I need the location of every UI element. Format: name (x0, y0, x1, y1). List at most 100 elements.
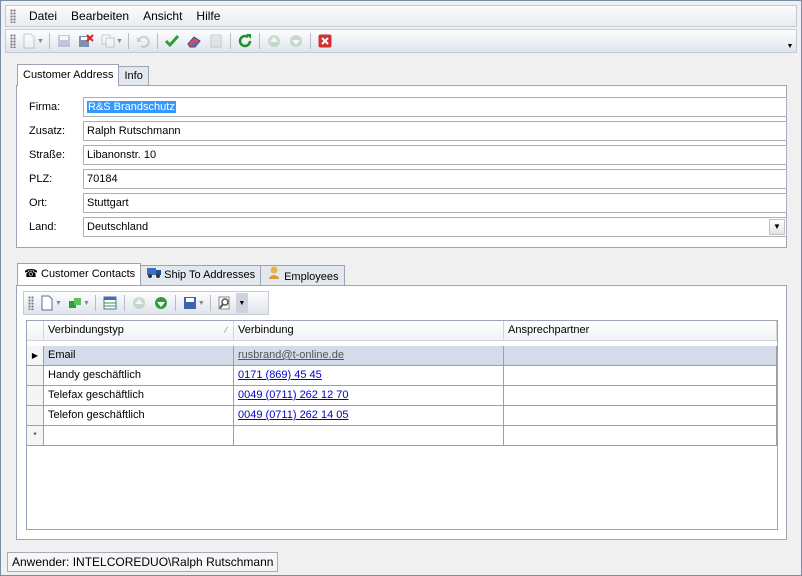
firma-value: R&S Brandschutz (87, 101, 176, 113)
status-user: Anwender: INTELCOREDUO\Ralph Rutschmann (7, 552, 279, 572)
table-row[interactable]: Telefax geschäftlich 0049 (0711) 262 12 … (27, 386, 777, 406)
table-row[interactable]: Telefon geschäftlich 0049 (0711) 262 14 … (27, 406, 777, 426)
new-cell-ansprechpartner[interactable] (504, 426, 777, 446)
plz-row: PLZ: 70184 (29, 169, 789, 189)
tab-customer-contacts[interactable]: ☎ Customer Contacts (17, 263, 142, 285)
strasse-field[interactable]: Libanonstr. 10 (83, 145, 787, 165)
menu-ansicht[interactable]: Ansicht (136, 6, 189, 26)
cell-verbindung[interactable]: 0049 (0711) 262 14 05 (234, 406, 504, 426)
contact-link[interactable]: 0049 (0711) 262 14 05 (238, 409, 349, 421)
toolbar-grip[interactable] (10, 34, 16, 48)
tab-ship-to-addresses[interactable]: Ship To Addresses (140, 265, 262, 285)
status-bar: Anwender: INTELCOREDUO\Ralph Rutschmann (5, 551, 799, 573)
cell-verbindung[interactable]: 0049 (0711) 262 12 70 (234, 386, 504, 406)
tab-employees-label: Employees (284, 271, 339, 283)
new-icon[interactable] (18, 31, 40, 51)
grid-toolbar-overflow-icon[interactable]: ▼ (235, 293, 248, 313)
toolbar-separator (123, 295, 125, 311)
cell-ansprechpartner[interactable] (504, 406, 777, 426)
land-label: Land: (29, 221, 57, 233)
land-select[interactable]: Deutschland ▼ (83, 217, 787, 237)
copy-icon[interactable] (97, 31, 119, 51)
delete-icon[interactable] (75, 31, 97, 51)
row-indicator (27, 386, 44, 406)
plz-field[interactable]: 70184 (83, 169, 787, 189)
toolbar-overflow-icon[interactable]: ▼ (785, 32, 795, 50)
ort-field[interactable]: Stuttgart (83, 193, 787, 213)
toolbar-separator (309, 33, 311, 49)
cell-verbindungstyp[interactable]: Telefon geschäftlich (44, 406, 234, 426)
tab-info[interactable]: Info (118, 66, 149, 86)
land-value: Deutschland (87, 221, 149, 233)
refresh-icon[interactable] (234, 31, 256, 51)
column-header-ansprechpartner[interactable]: Ansprechpartner (504, 321, 777, 341)
column-header-verbindungstyp[interactable]: Verbindungstyp ⁄ (44, 321, 234, 341)
grid-toolbar: ▼ ▼ ▼ ▼ (23, 291, 269, 315)
tab-customer-contacts-label: Customer Contacts (41, 268, 136, 280)
menu-grip[interactable] (10, 9, 16, 23)
toolbar-separator (209, 295, 211, 311)
accept-icon[interactable] (161, 31, 183, 51)
grid-save-dropdown-icon[interactable]: ▼ (198, 300, 205, 307)
menu-hilfe[interactable]: Hilfe (189, 6, 227, 26)
zusatz-field[interactable]: Ralph Rutschmann (83, 121, 787, 141)
grid-header: Verbindungstyp ⁄ Verbindung Ansprechpart… (27, 321, 777, 341)
menu-datei[interactable]: Datei (22, 6, 64, 26)
tab-customer-address[interactable]: Customer Address (17, 64, 120, 86)
address-panel: Firma: R&S Brandschutz Zusatz: Ralph Rut… (16, 85, 787, 248)
contact-link[interactable]: rusbrand@t-online.de (238, 349, 344, 361)
eraser-icon[interactable] (183, 31, 205, 51)
land-row: Land: Deutschland ▼ (29, 217, 789, 237)
grid-search-icon[interactable] (214, 293, 236, 313)
undo-icon[interactable] (132, 31, 154, 51)
save-icon[interactable] (53, 31, 75, 51)
grid-toolbar-grip[interactable] (28, 296, 34, 310)
tab-employees[interactable]: Employees (260, 265, 345, 285)
column-header-verbindung[interactable]: Verbindung (234, 321, 504, 341)
main-toolbar: ▼ ▼ ▼ (5, 29, 797, 53)
toolbar-separator (258, 33, 260, 49)
grid-down-icon[interactable] (150, 293, 172, 313)
row-indicator (27, 366, 44, 386)
cell-verbindungstyp[interactable]: Handy geschäftlich (44, 366, 234, 386)
grid-table-icon[interactable] (99, 293, 121, 313)
strasse-row: Straße: Libanonstr. 10 (29, 145, 789, 165)
cell-verbindung[interactable]: rusbrand@t-online.de (234, 346, 504, 366)
contact-link[interactable]: 0171 (869) 45 45 (238, 369, 322, 381)
toolbar-separator (156, 33, 158, 49)
new-cell-verbindung[interactable] (234, 426, 504, 446)
up-icon[interactable] (263, 31, 285, 51)
grid-add-dropdown-icon[interactable]: ▼ (83, 300, 90, 307)
cell-verbindung[interactable]: 0171 (869) 45 45 (234, 366, 504, 386)
row-indicator (27, 406, 44, 426)
telephone-icon: ☎ (24, 268, 38, 280)
cell-ansprechpartner[interactable] (504, 346, 777, 366)
sort-icon: ⁄ (225, 325, 227, 335)
new-cell-verbindungstyp[interactable] (44, 426, 234, 446)
down-icon[interactable] (285, 31, 307, 51)
land-dropdown-button[interactable]: ▼ (769, 219, 785, 235)
firma-field[interactable]: R&S Brandschutz (83, 97, 787, 117)
toolbar-separator (48, 33, 50, 49)
address-tab-strip: Customer Address Info (17, 64, 149, 86)
contact-link[interactable]: 0049 (0711) 262 12 70 (238, 389, 349, 401)
truck-icon (146, 266, 162, 285)
contacts-grid: Verbindungstyp ⁄ Verbindung Ansprechpart… (26, 320, 778, 530)
ort-row: Ort: Stuttgart (29, 193, 789, 213)
print-icon[interactable] (205, 31, 227, 51)
cancel-icon[interactable] (314, 31, 336, 51)
cell-ansprechpartner[interactable] (504, 386, 777, 406)
plz-label: PLZ: (29, 173, 53, 185)
strasse-label: Straße: (29, 149, 66, 161)
table-row[interactable]: ▶ Email rusbrand@t-online.de (27, 346, 777, 366)
grid-up-icon[interactable] (128, 293, 150, 313)
menu-bearbeiten[interactable]: Bearbeiten (64, 6, 136, 26)
application-window: Datei Bearbeiten Ansicht Hilfe ▼ ▼ ▼ Cus… (0, 0, 802, 576)
menu-bar: Datei Bearbeiten Ansicht Hilfe (5, 5, 797, 27)
new-row[interactable]: * (27, 426, 777, 446)
grid-new-dropdown-icon[interactable]: ▼ (55, 300, 62, 307)
cell-verbindungstyp[interactable]: Telefax geschäftlich (44, 386, 234, 406)
table-row[interactable]: Handy geschäftlich 0171 (869) 45 45 (27, 366, 777, 386)
cell-verbindungstyp[interactable]: Email (44, 346, 234, 366)
cell-ansprechpartner[interactable] (504, 366, 777, 386)
